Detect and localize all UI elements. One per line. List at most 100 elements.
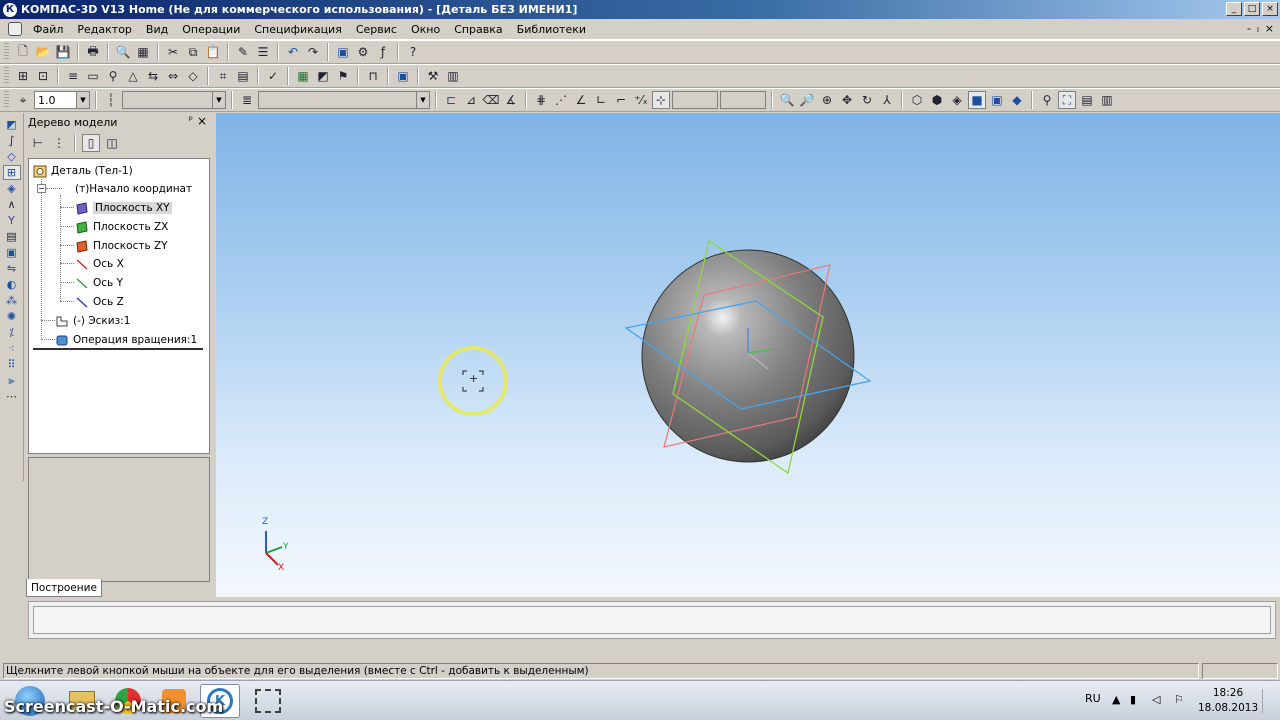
ruler-icon[interactable]: ┆ [102,91,120,109]
tab-construction[interactable]: Построение [26,579,102,597]
chevron-down-icon[interactable]: ▼ [76,92,89,108]
angle-icon[interactable]: ∠ [572,91,590,109]
tree-order-icon[interactable]: ⊢ [29,134,47,152]
save-icon[interactable]: 💾 [54,43,72,61]
doc-minimize-button[interactable]: - [1247,22,1251,35]
taskbar-recorder-icon[interactable] [248,684,288,718]
manual-icon[interactable]: ▣ [394,67,412,85]
tree-item-revolve[interactable]: Операция вращения:1 [55,332,197,348]
zoom-in-icon[interactable]: ⊕ [818,91,836,109]
open-file-icon[interactable]: 📂 [34,43,52,61]
dimensions-icon[interactable]: ⇋ [3,261,21,276]
volume-icon[interactable]: ◁ [1152,693,1160,706]
minimize-button[interactable]: _ [1226,2,1242,16]
model-viewport[interactable]: Z Y X + [216,113,1280,597]
menu-editor[interactable]: Редактор [70,23,139,36]
kompas-app-icon[interactable]: К [3,2,17,17]
link-icon[interactable]: ⚲ [104,67,122,85]
blocks-icon[interactable]: ▥ [444,67,462,85]
dim-icon[interactable]: ∡ [502,91,520,109]
shaded-edges-icon[interactable]: ▣ [988,91,1006,109]
transform-icon[interactable]: ⇔ [164,67,182,85]
step-cursor-icon[interactable]: ⌖ [14,91,32,109]
doc-close-button[interactable]: × [1265,22,1274,35]
properties-icon[interactable]: ✎ [234,43,252,61]
measure-icon[interactable]: ⊓ [364,67,382,85]
wireframe-icon[interactable]: ⬡ [908,91,926,109]
toolbar-grip[interactable] [4,67,9,85]
tree-item-axis-x[interactable]: Ось X [75,256,124,272]
spec-icon[interactable]: ▤ [3,229,21,244]
step-icon[interactable]: ⌐ [612,91,630,109]
frame-icon[interactable]: ▭ [84,67,102,85]
network-icon[interactable]: ▮ [1130,693,1136,706]
toolbar-grip[interactable] [4,91,9,109]
zoom-window-icon[interactable]: 🔍 [778,91,796,109]
sheet-metal-icon[interactable]: ◐ [3,277,21,292]
toolbar-grip[interactable] [4,43,9,61]
auxiliary-geometry-icon[interactable]: ◇ [3,149,21,164]
mirror-icon[interactable]: ⫸ [3,373,21,388]
tree-view-icon[interactable]: ▯ [82,134,100,152]
print-icon[interactable]: 🖶 [84,43,102,61]
menu-file[interactable]: Файл [26,23,70,36]
coord-x-field[interactable] [672,91,718,109]
ortho-icon[interactable]: ⊿ [462,91,480,109]
coord-y-field[interactable] [720,91,766,109]
shaded-icon[interactable]: ■ [968,91,986,109]
arc-icon[interactable]: ∧ [3,197,21,212]
snap-toggle-icon[interactable]: ⋰ [552,91,570,109]
layer-combo[interactable]: ▼ [122,91,226,109]
menu-window[interactable]: Окно [404,23,447,36]
menu-service[interactable]: Сервис [349,23,404,36]
scale-combo[interactable]: 1.0 ▼ [34,91,90,109]
more-tools-icon[interactable]: ⋯ [3,389,21,404]
curve-array-icon[interactable]: ⁒ [3,325,21,340]
libraries-icon[interactable]: ▣ [334,43,352,61]
tree-item-origin[interactable]: (т)Начало координат [75,181,192,197]
redo-icon[interactable]: ↷ [304,43,322,61]
grid-icon[interactable]: ⊞ [14,67,32,85]
list-icon[interactable]: ☰ [254,43,272,61]
menu-view[interactable]: Вид [139,23,175,36]
new-file-icon[interactable]: 🗋 [14,43,32,61]
perspective-icon[interactable]: ◆ [1008,91,1026,109]
points-array-icon[interactable]: ⁖ [3,341,21,356]
arrows-icon[interactable]: ⇆ [144,67,162,85]
pin-icon[interactable]: ᵖ [189,115,193,126]
grid-toggle-icon[interactable]: ⋕ [532,91,550,109]
tree-item-plane-xy[interactable]: Плоскость XY [75,200,172,216]
hidden-lines-icon[interactable]: ⬢ [928,91,946,109]
layers-icon[interactable]: ≡ [64,67,82,85]
style-icon[interactable]: ≣ [238,91,256,109]
tree-item-plane-zx[interactable]: Плоскость ZX [75,219,168,235]
tree-item-sketch[interactable]: (-) Эскиз:1 [55,313,130,329]
cut-icon[interactable]: ✂ [164,43,182,61]
menu-libraries[interactable]: Библиотеки [510,23,593,36]
eraser-icon[interactable]: ⌫ [482,91,500,109]
collapse-toggle[interactable]: − [37,184,46,193]
action-center-icon[interactable]: ⚐ [1174,693,1184,706]
style-combo[interactable]: ▼ [258,91,430,109]
stamp-icon[interactable]: ⚑ [334,67,352,85]
sphere-body[interactable] [641,249,855,463]
triangle-icon[interactable]: △ [124,67,142,85]
grid-panel-icon[interactable]: ⊞ [2,165,21,180]
chart-icon[interactable]: ⌗ [214,67,232,85]
pan-icon[interactable]: ✥ [838,91,856,109]
panel-toggle-icon[interactable]: ▥ [1098,91,1116,109]
tree-item-part[interactable]: Деталь (Тел-1) [33,163,133,179]
maximize-button[interactable]: □ [1244,2,1260,16]
assembly-icon[interactable]: ⚒ [424,67,442,85]
close-button[interactable]: × [1262,2,1278,16]
document-icon[interactable] [8,22,22,36]
chevron-down-icon[interactable]: ▼ [212,92,225,108]
show-desktop-button[interactable] [1262,689,1276,713]
surfaces-icon[interactable]: ◈ [3,181,21,196]
circular-array-icon[interactable]: ✺ [3,309,21,324]
zoom-icon[interactable]: 🔎 [798,91,816,109]
select-icon[interactable]: ⛶ [1058,91,1076,109]
curve-icon[interactable]: ∫ [3,133,21,148]
filter-panel-icon[interactable]: Y [3,213,21,228]
coord-icon[interactable]: ⁺⁄ₓ [632,91,650,109]
